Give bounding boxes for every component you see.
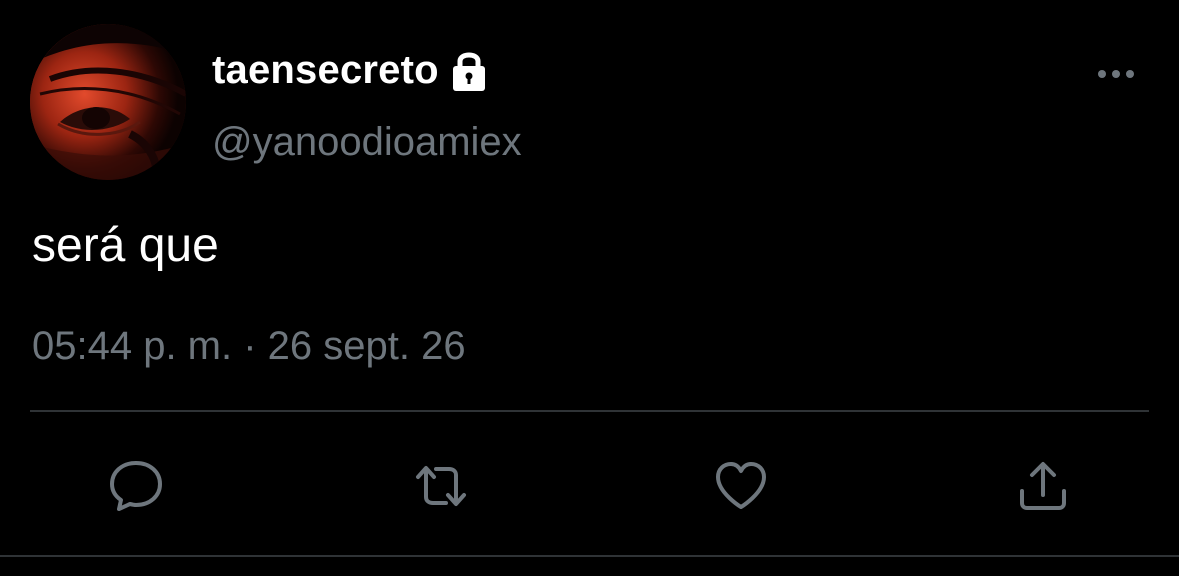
display-name[interactable]: taensecreto bbox=[212, 48, 439, 93]
tweet-detail: taensecreto @yanoodioamiex será que 05:4… bbox=[0, 0, 1179, 576]
reply-button[interactable] bbox=[106, 456, 166, 516]
avatar-image bbox=[30, 24, 186, 180]
share-button[interactable] bbox=[1013, 456, 1073, 516]
more-options-icon[interactable] bbox=[1096, 62, 1136, 86]
heart-icon bbox=[716, 462, 766, 509]
tweet-text: será que bbox=[32, 219, 219, 272]
lock-icon bbox=[449, 47, 489, 93]
retweet-icon bbox=[416, 466, 466, 506]
handle[interactable]: @yanoodioamiex bbox=[212, 120, 522, 165]
timestamp[interactable]: 05:44 p. m. · 26 sept. 26 bbox=[32, 324, 466, 369]
bottom-divider bbox=[0, 555, 1179, 557]
comment-icon bbox=[110, 461, 162, 511]
avatar[interactable] bbox=[30, 24, 186, 180]
retweet-button[interactable] bbox=[411, 456, 471, 516]
divider bbox=[30, 410, 1149, 412]
share-icon bbox=[1020, 462, 1066, 510]
like-button[interactable] bbox=[711, 456, 771, 516]
action-bar bbox=[0, 456, 1179, 516]
display-name-row: taensecreto bbox=[212, 44, 489, 96]
